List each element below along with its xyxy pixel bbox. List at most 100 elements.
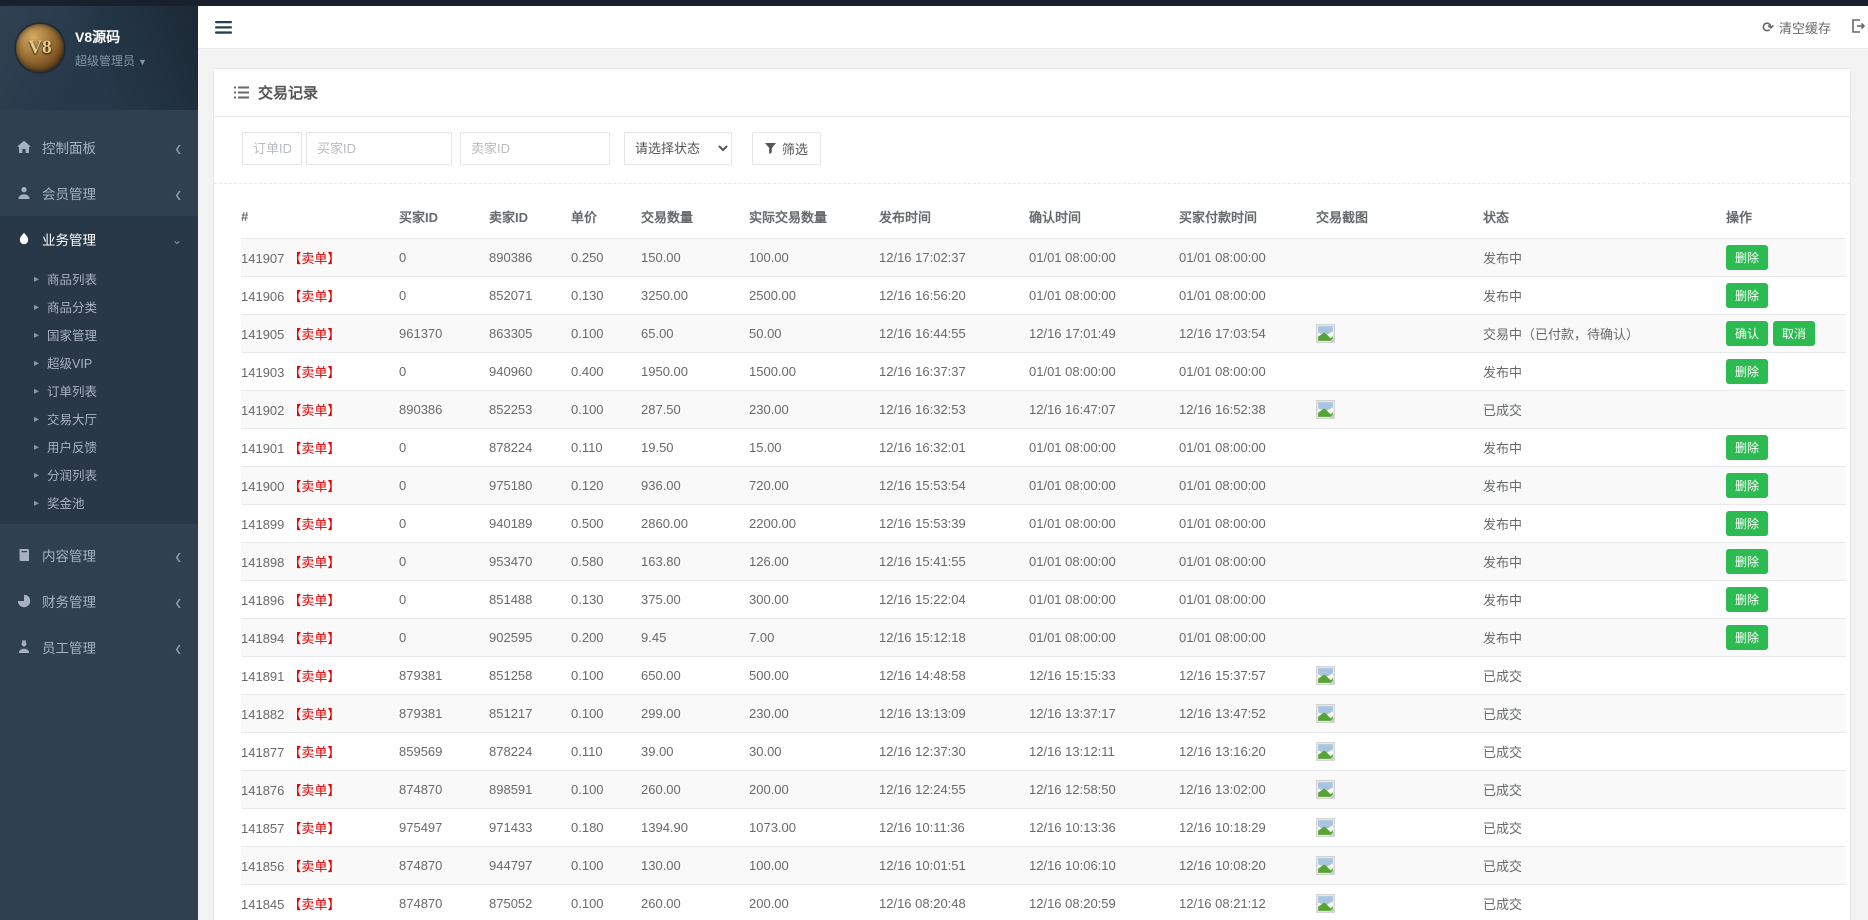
delete-button[interactable]: 删除 <box>1726 511 1768 536</box>
order-cell: 141903【卖单】 <box>241 353 399 391</box>
order-id-input[interactable] <box>242 132 302 165</box>
sidebar-subitem[interactable]: 国家管理 <box>0 320 198 348</box>
sidebar-subitem[interactable]: 交易大厅 <box>0 404 198 432</box>
sidebar-item-business[interactable]: 业务管理 <box>0 216 198 262</box>
sidebar-submenu: 商品列表商品分类国家管理超级VIP订单列表交易大厅用户反馈分润列表奖金池 <box>0 262 198 524</box>
sidebar-item-dashboard[interactable]: 控制面板 <box>0 124 198 170</box>
confirm-time-cell: 12/16 13:12:11 <box>1029 733 1179 771</box>
qty-cell: 287.50 <box>641 391 749 429</box>
delete-button[interactable]: 删除 <box>1726 245 1768 270</box>
column-header: 确认时间 <box>1029 194 1179 239</box>
actual-qty-cell: 126.00 <box>749 543 879 581</box>
confirm-button[interactable]: 确认 <box>1726 321 1768 346</box>
sidebar-toggle-icon[interactable] <box>215 21 232 34</box>
sidebar-subitem[interactable]: 商品列表 <box>0 264 198 292</box>
delete-button[interactable]: 删除 <box>1726 435 1768 460</box>
pay-time-cell: 01/01 08:00:00 <box>1179 467 1316 505</box>
pay-time-cell: 12/16 15:37:57 <box>1179 657 1316 695</box>
seller-id-cell: 863305 <box>489 315 571 353</box>
confirm-time-cell: 12/16 10:06:10 <box>1029 847 1179 885</box>
delete-button[interactable]: 删除 <box>1726 283 1768 308</box>
sidebar-subitem[interactable]: 超级VIP <box>0 348 198 376</box>
screenshot-thumbnail[interactable] <box>1316 666 1335 685</box>
publish-time-cell: 12/16 15:22:04 <box>879 581 1029 619</box>
order-cell: 141891【卖单】 <box>241 657 399 695</box>
order-cell: 141876【卖单】 <box>241 771 399 809</box>
sidebar-item-members[interactable]: 会员管理 <box>0 170 198 216</box>
status-cell: 发布中 <box>1483 239 1726 277</box>
screenshot-thumbnail[interactable] <box>1316 704 1335 723</box>
buyer-id-cell: 879381 <box>399 695 489 733</box>
buyer-id-input[interactable] <box>306 132 452 165</box>
order-id: 141907 <box>241 251 284 266</box>
order-cell: 141857【卖单】 <box>241 809 399 847</box>
sidebar-header: V8 V8源码 超级管理员▼ <box>0 6 198 110</box>
confirm-time-cell: 01/01 08:00:00 <box>1029 581 1179 619</box>
status-cell: 发布中 <box>1483 467 1726 505</box>
pay-time-cell: 12/16 17:03:54 <box>1179 315 1316 353</box>
sidebar-subitem[interactable]: 分润列表 <box>0 460 198 488</box>
status-cell: 发布中 <box>1483 277 1726 315</box>
order-cell: 141896【卖单】 <box>241 581 399 619</box>
publish-time-cell: 12/16 12:24:55 <box>879 771 1029 809</box>
actions-cell <box>1726 695 1846 733</box>
price-cell: 0.100 <box>571 391 641 429</box>
sidebar-item-content[interactable]: 内容管理 <box>0 532 198 578</box>
clear-cache-button[interactable]: 清空缓存 <box>1762 18 1831 37</box>
qty-cell: 19.50 <box>641 429 749 467</box>
order-cell: 141907【卖单】 <box>241 239 399 277</box>
pay-time-cell: 01/01 08:00:00 <box>1179 429 1316 467</box>
delete-button[interactable]: 删除 <box>1726 625 1768 650</box>
cancel-button[interactable]: 取消 <box>1773 321 1815 346</box>
order-type-badge: 【卖单】 <box>288 403 340 418</box>
order-id: 141891 <box>241 669 284 684</box>
refresh-icon <box>1762 19 1774 36</box>
actions-cell: 删除 <box>1726 505 1846 543</box>
logout-button[interactable]: 注销 <box>1851 18 1868 37</box>
sidebar-subitem[interactable]: 商品分类 <box>0 292 198 320</box>
user-role-dropdown[interactable]: 超级管理员▼ <box>75 52 147 69</box>
order-id: 141899 <box>241 517 284 532</box>
screenshot-cell <box>1316 543 1483 581</box>
screenshot-thumbnail[interactable] <box>1316 818 1335 837</box>
status-select[interactable]: 请选择状态 <box>624 132 732 165</box>
screenshot-thumbnail[interactable] <box>1316 400 1335 419</box>
status-cell: 已成交 <box>1483 733 1726 771</box>
chevron-left-icon <box>174 186 182 201</box>
screenshot-thumbnail[interactable] <box>1316 894 1335 913</box>
order-cell: 141856【卖单】 <box>241 847 399 885</box>
actual-qty-cell: 500.00 <box>749 657 879 695</box>
seller-id-input[interactable] <box>460 132 610 165</box>
screenshot-thumbnail[interactable] <box>1316 742 1335 761</box>
delete-button[interactable]: 删除 <box>1726 473 1768 498</box>
publish-time-cell: 12/16 10:11:36 <box>879 809 1029 847</box>
qty-cell: 936.00 <box>641 467 749 505</box>
table-row: 141905【卖单】9613708633050.10065.0050.0012/… <box>241 315 1846 353</box>
sidebar-subitem[interactable]: 奖金池 <box>0 488 198 516</box>
screenshot-thumbnail[interactable] <box>1316 780 1335 799</box>
qty-cell: 260.00 <box>641 885 749 920</box>
sidebar-item-staff[interactable]: 员工管理 <box>0 624 198 670</box>
screenshot-cell <box>1316 695 1483 733</box>
actual-qty-cell: 300.00 <box>749 581 879 619</box>
actions-cell <box>1726 391 1846 429</box>
confirm-time-cell: 01/01 08:00:00 <box>1029 505 1179 543</box>
flame-icon <box>16 232 32 246</box>
screenshot-thumbnail[interactable] <box>1316 324 1335 343</box>
home-icon <box>16 140 32 154</box>
sidebar-subitem[interactable]: 用户反馈 <box>0 432 198 460</box>
sidebar-subitem-label: 交易大厅 <box>47 409 97 428</box>
column-header: 实际交易数量 <box>749 194 879 239</box>
screenshot-thumbnail[interactable] <box>1316 856 1335 875</box>
filter-button[interactable]: 筛选 <box>752 132 821 165</box>
delete-button[interactable]: 删除 <box>1726 549 1768 574</box>
actions-cell <box>1726 733 1846 771</box>
sidebar-subitem[interactable]: 订单列表 <box>0 376 198 404</box>
sidebar-item-finance[interactable]: 财务管理 <box>0 578 198 624</box>
delete-button[interactable]: 删除 <box>1726 359 1768 384</box>
price-cell: 0.100 <box>571 771 641 809</box>
order-id: 141857 <box>241 821 284 836</box>
delete-button[interactable]: 删除 <box>1726 587 1768 612</box>
seller-id-cell: 953470 <box>489 543 571 581</box>
price-cell: 0.100 <box>571 885 641 920</box>
